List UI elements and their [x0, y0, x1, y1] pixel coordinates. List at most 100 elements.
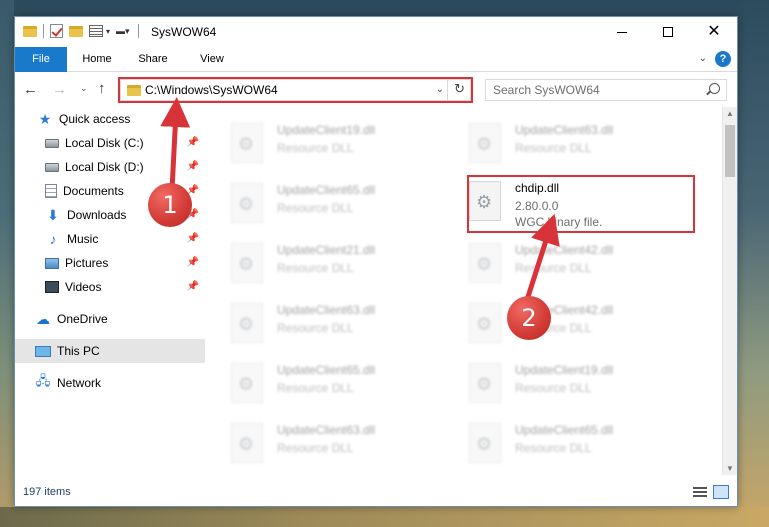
title-divider	[137, 24, 139, 38]
sidebar-item-pictures[interactable]: Pictures 📌	[15, 251, 205, 275]
dll-file-icon	[469, 423, 501, 463]
search-icon[interactable]	[709, 83, 720, 94]
desktop-background-right	[738, 0, 769, 527]
sidebar-item-network[interactable]: 🖧 Network	[15, 371, 205, 395]
dll-file-icon	[469, 303, 501, 343]
file-description: Resource DLL	[515, 441, 592, 455]
navigation-pane: ★ Quick access Local Disk (C:) 📌 Local D…	[15, 107, 205, 475]
maximize-icon	[663, 27, 673, 37]
window-title: SysWOW64	[151, 25, 217, 39]
tab-view[interactable]: View	[190, 47, 234, 72]
navigation-bar: ← → ⌄ ↑ C:\Windows\SysWOW64 ⌄ ↻ Search S…	[15, 73, 737, 107]
large-icons-view-icon[interactable]	[713, 485, 729, 499]
new-folder-icon[interactable]	[69, 25, 83, 37]
disk-icon	[45, 138, 59, 148]
sidebar-item-label: Local Disk (D:)	[65, 160, 144, 174]
scroll-up-icon[interactable]: ▲	[726, 109, 734, 118]
list-item[interactable]: UpdateClient65.dll Resource DLL	[231, 359, 461, 411]
network-icon: 🖧	[35, 373, 51, 388]
vertical-scrollbar[interactable]: ▲ ▼	[722, 107, 737, 475]
file-name: UpdateClient21.dll	[277, 243, 376, 257]
up-arrow-icon[interactable]: ↑	[98, 80, 106, 97]
file-description: Resource DLL	[277, 141, 354, 155]
videos-icon	[45, 281, 59, 293]
help-icon[interactable]: ?	[715, 51, 731, 67]
sidebar-item-quick-access[interactable]: ★ Quick access	[15, 107, 205, 131]
callout-step-2: 2	[507, 296, 551, 340]
list-item[interactable]: UpdateClient63.dll Resource DLL	[231, 299, 461, 351]
scroll-thumb[interactable]	[725, 125, 735, 177]
expand-ribbon-icon[interactable]: ⌄	[699, 53, 707, 64]
file-description: Resource DLL	[515, 261, 592, 275]
pin-icon[interactable]: 📌	[187, 233, 199, 244]
list-item[interactable]: UpdateClient19.dll Resource DLL	[231, 119, 461, 171]
customize-toolbar-icon[interactable]: ▬▾	[116, 26, 130, 37]
sidebar-item-label: Music	[67, 232, 99, 246]
dll-file-icon	[231, 183, 263, 223]
pin-icon[interactable]: 📌	[187, 281, 199, 292]
item-count: 197 items	[23, 486, 71, 498]
sidebar-item-label: Quick access	[59, 112, 131, 126]
tab-home[interactable]: Home	[75, 47, 119, 72]
pin-icon[interactable]: 📌	[187, 137, 199, 148]
desktop-background-bottom	[0, 507, 769, 527]
back-arrow-icon[interactable]: ←	[23, 81, 38, 98]
sidebar-item-label: Network	[57, 376, 102, 390]
sidebar-item-music[interactable]: ♪ Music 📌	[15, 227, 205, 251]
cloud-icon: ☁	[36, 310, 50, 327]
list-item[interactable]: UpdateClient63.dll Resource DLL	[469, 119, 699, 171]
recent-locations-icon[interactable]: ⌄	[80, 83, 88, 94]
list-item[interactable]: UpdateClient42.dll Resource DLL	[469, 239, 699, 291]
sidebar-item-label: This PC	[57, 344, 100, 358]
properties-icon[interactable]	[89, 25, 103, 37]
sidebar-item-label: OneDrive	[57, 312, 108, 326]
search-input[interactable]: Search SysWOW64	[485, 79, 727, 101]
music-icon: ♪	[49, 231, 57, 247]
file-description: Resource DLL	[277, 261, 354, 275]
sidebar-item-onedrive[interactable]: ☁ OneDrive	[15, 307, 205, 331]
sidebar-item-label: Documents	[63, 184, 124, 198]
scroll-down-icon[interactable]: ▼	[726, 464, 734, 473]
sidebar-item-videos[interactable]: Videos 📌	[15, 275, 205, 299]
ribbon-tabs: File Home Share View ⌄ ?	[15, 47, 737, 72]
file-name: UpdateClient19.dll	[277, 123, 376, 137]
file-name: UpdateClient65.dll	[515, 423, 614, 437]
tab-file[interactable]: File	[15, 47, 67, 72]
list-item[interactable]: UpdateClient65.dll Resource DLL	[469, 419, 699, 471]
list-item[interactable]: UpdateClient63.dll Resource DLL	[231, 419, 461, 471]
pin-icon[interactable]: 📌	[187, 257, 199, 268]
minimize-icon	[617, 31, 627, 33]
maximize-button[interactable]	[645, 17, 691, 47]
sidebar-item-label: Downloads	[67, 208, 127, 222]
properties-check-icon[interactable]	[50, 24, 63, 38]
minimize-button[interactable]	[599, 17, 645, 47]
details-view-icon[interactable]	[693, 487, 707, 499]
sidebar-item-this-pc[interactable]: This PC	[15, 339, 205, 363]
file-name: UpdateClient19.dll	[515, 363, 614, 377]
list-item[interactable]: UpdateClient19.dll Resource DLL	[469, 359, 699, 411]
tab-share[interactable]: Share	[131, 47, 175, 72]
sidebar-item-local-disk-c[interactable]: Local Disk (C:) 📌	[15, 131, 205, 155]
file-list: UpdateClient19.dll Resource DLL UpdateCl…	[205, 107, 722, 475]
list-item[interactable]: UpdateClient42.dll Resource DLL	[469, 299, 699, 351]
title-bar: ▾ ▬▾ SysWOW64 ✕	[15, 17, 737, 47]
pictures-icon	[45, 257, 59, 269]
sidebar-item-local-disk-d[interactable]: Local Disk (D:) 📌	[15, 155, 205, 179]
quick-access-toolbar: ▾ ▬▾	[23, 24, 139, 38]
forward-arrow-icon[interactable]: →	[52, 81, 67, 98]
file-name: UpdateClient65.dll	[277, 183, 376, 197]
list-item[interactable]: UpdateClient65.dll Resource DLL	[231, 179, 461, 231]
chevron-down-icon[interactable]: ▾	[106, 27, 110, 36]
file-description: Resource DLL	[515, 141, 592, 155]
star-icon: ★	[38, 110, 52, 127]
address-highlight-box	[118, 77, 473, 103]
pin-icon[interactable]: 📌	[187, 161, 199, 172]
dll-file-icon	[231, 363, 263, 403]
file-description: Resource DLL	[277, 381, 354, 395]
desktop-background-left	[0, 0, 14, 527]
file-highlight-box	[467, 175, 695, 233]
list-item[interactable]: UpdateClient21.dll Resource DLL	[231, 239, 461, 291]
close-button[interactable]: ✕	[691, 17, 737, 47]
disk-icon	[45, 162, 59, 172]
computer-icon	[35, 345, 51, 357]
